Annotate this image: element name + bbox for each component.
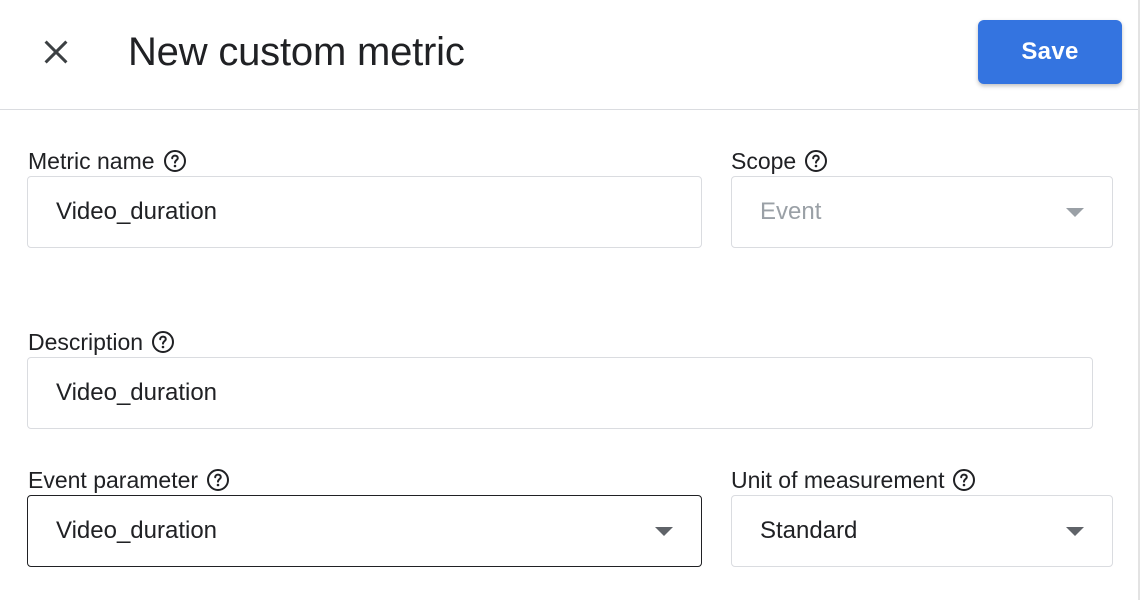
scope-value: Event <box>760 198 822 225</box>
event-parameter-select[interactable]: Video_duration <box>27 495 702 567</box>
page-title: New custom metric <box>128 30 465 74</box>
help-icon[interactable] <box>952 468 976 492</box>
event-parameter-value: Video_duration <box>56 517 218 544</box>
unit-value: Standard <box>760 517 858 544</box>
description-value: Video_duration <box>56 379 218 406</box>
description-input[interactable]: Video_duration <box>27 357 1093 429</box>
scope-label: Scope <box>731 147 828 175</box>
unit-label: Unit of measurement <box>731 466 976 494</box>
unit-select[interactable]: Standard <box>731 495 1113 567</box>
event-parameter-label: Event parameter <box>28 466 230 494</box>
caret-down-icon <box>1066 527 1084 536</box>
dialog-header: New custom metric Save <box>0 0 1138 110</box>
help-icon[interactable] <box>206 468 230 492</box>
event-parameter-label-text: Event parameter <box>28 467 199 493</box>
panel-edge <box>1138 0 1140 600</box>
metric-name-label-text: Metric name <box>28 148 155 174</box>
caret-down-icon <box>655 527 673 536</box>
metric-name-label: Metric name <box>28 147 187 175</box>
close-icon <box>44 40 68 64</box>
help-icon[interactable] <box>804 149 828 173</box>
help-icon[interactable] <box>163 149 187 173</box>
scope-select: Event <box>731 176 1113 248</box>
help-icon[interactable] <box>151 330 175 354</box>
close-button[interactable] <box>30 30 82 74</box>
save-button[interactable]: Save <box>978 20 1122 84</box>
unit-label-text: Unit of measurement <box>731 467 945 493</box>
description-label-text: Description <box>28 329 144 355</box>
scope-label-text: Scope <box>731 148 797 174</box>
description-label: Description <box>28 328 175 356</box>
caret-down-icon <box>1066 208 1084 217</box>
metric-name-value: Video_duration <box>56 198 218 225</box>
metric-name-input[interactable]: Video_duration <box>27 176 702 248</box>
